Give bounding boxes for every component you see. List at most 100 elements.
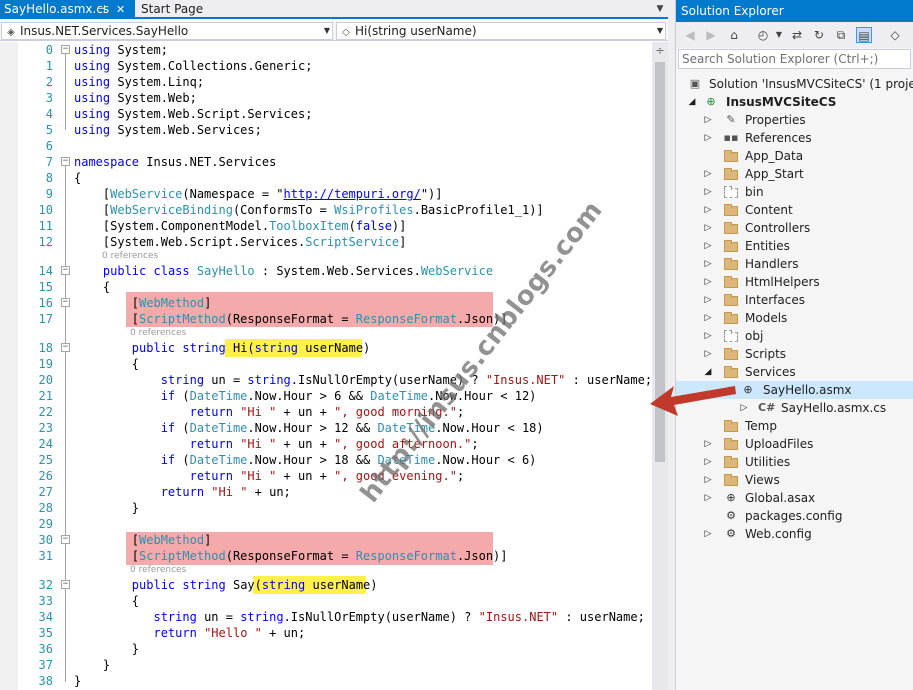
collapsed-arrow-icon[interactable]: ▷	[703, 165, 713, 183]
collapsed-arrow-icon[interactable]: ▷	[703, 273, 713, 291]
collapsed-arrow-icon[interactable]: ▷	[703, 255, 713, 273]
code-line: [System.ComponentModel.ToolboxItem(false…	[74, 218, 406, 234]
pin-icon[interactable]: ⊣	[97, 0, 106, 19]
collapsed-arrow-icon[interactable]: ▷	[703, 183, 713, 201]
show-all-files-icon[interactable]: ▤	[856, 27, 872, 43]
tree-item-file[interactable]: ⚙ packages.config	[676, 507, 913, 525]
tree-item-folder[interactable]: ▷ Views	[676, 471, 913, 489]
tree-item-file[interactable]: ▷ ⚙ Web.config	[676, 525, 913, 543]
tab-sayhello-asmx-cs[interactable]: SayHello.asmx.cs ⊣ ✕	[0, 0, 135, 19]
code-area[interactable]: 0 1 2 3 4 5 6 7 8 9 10 11 12 14 15 16 17…	[0, 42, 652, 690]
tree-item-file[interactable]: ▷ ⊕ Global.asax	[676, 489, 913, 507]
tree-item-folder[interactable]: ▷ UploadFiles	[676, 435, 913, 453]
class-dropdown-value: Insus.NET.Services.SayHello	[20, 24, 189, 38]
collapsed-arrow-icon[interactable]: ▷	[703, 435, 713, 453]
collapsed-arrow-icon[interactable]: ▷	[703, 201, 713, 219]
tree-item-folder[interactable]: ▷ Content	[676, 201, 913, 219]
folder-icon	[723, 311, 739, 325]
code-token: (	[175, 389, 190, 403]
tree-item-folder[interactable]: ▷ Scripts	[676, 345, 913, 363]
chevron-down-icon[interactable]: ▼	[771, 27, 787, 43]
code-editor[interactable]: SayHello.asmx.cs ⊣ ✕ Start Page ▼ ◈ Insus…	[0, 0, 668, 690]
tree-item-label: Properties	[745, 113, 806, 127]
tree-item-folder[interactable]: ▷ Handlers	[676, 255, 913, 273]
collapsed-arrow-icon[interactable]: ▷	[703, 453, 713, 471]
collapse-icon[interactable]: −	[61, 266, 70, 275]
sync-icon[interactable]: ⇄	[789, 27, 805, 43]
collapsed-arrow-icon[interactable]: ▷	[703, 111, 713, 129]
collapse-icon[interactable]: −	[61, 298, 70, 307]
tree-item-project[interactable]: ◢ ⊕ InsusMVCSiteCS	[676, 93, 913, 111]
collapse-icon[interactable]: −	[61, 535, 70, 544]
home-icon[interactable]: ⌂	[726, 27, 742, 43]
code-link[interactable]: http://tempuri.org/	[284, 187, 421, 201]
tree-item-folder[interactable]: ▷ Utilities	[676, 453, 913, 471]
tree-item-label: InsusMVCSiteCS	[726, 95, 837, 109]
collapsed-arrow-icon[interactable]: ▷	[703, 129, 713, 147]
collapse-icon[interactable]: −	[61, 343, 70, 352]
tree-item-folder[interactable]: ▷ Entities	[676, 237, 913, 255]
forward-icon[interactable]: ▶	[703, 27, 719, 43]
tab-start-page[interactable]: Start Page	[137, 0, 247, 19]
code-token: .BasicProfile1_1)]	[413, 203, 544, 217]
expanded-arrow-icon[interactable]: ◢	[687, 93, 697, 111]
collapsed-arrow-icon[interactable]: ▷	[703, 471, 713, 489]
close-icon[interactable]: ✕	[116, 0, 125, 19]
tree-item-folder[interactable]: ▷ App_Start	[676, 165, 913, 183]
back-icon[interactable]: ◀	[682, 27, 698, 43]
collapsed-arrow-icon[interactable]: ▷	[703, 345, 713, 363]
collapsed-arrow-icon[interactable]: ▷	[703, 237, 713, 255]
collapsed-arrow-icon[interactable]: ▷	[703, 327, 713, 345]
collapse-icon[interactable]: −	[61, 45, 70, 54]
code-token: "Insus.NET"	[478, 610, 559, 624]
split-window-icon[interactable]: ÷	[653, 44, 667, 58]
codelens-references[interactable]: 0 references	[130, 328, 186, 339]
tree-item-properties[interactable]: ▷ ✎ Properties	[676, 111, 913, 129]
code-line: using System.Collections.Generic;	[74, 58, 312, 74]
codelens-references[interactable]: 0 references	[130, 565, 186, 576]
tree-item-references[interactable]: ▷ ▪▪ References	[676, 129, 913, 147]
codelens-references[interactable]: 0 references	[102, 251, 158, 262]
line-number: 35	[38, 626, 53, 640]
collapsed-arrow-icon[interactable]: ▷	[703, 525, 713, 543]
collapse-icon[interactable]: −	[61, 580, 70, 589]
collapsed-arrow-icon[interactable]: ▷	[703, 489, 713, 507]
collapse-icon[interactable]: −	[61, 157, 70, 166]
collapsed-arrow-icon[interactable]: ▷	[703, 309, 713, 327]
search-input[interactable]: Search Solution Explorer (Ctrl+;)	[678, 49, 911, 69]
csharp-file-icon: C#	[758, 401, 776, 414]
line-number: 26	[38, 469, 53, 483]
chevron-down-icon: ▼	[656, 26, 663, 35]
history-icon[interactable]: ◴	[755, 27, 771, 43]
tree-item-folder[interactable]: ▷ Interfaces	[676, 291, 913, 309]
tree-item-folder[interactable]: ▷ Controllers	[676, 219, 913, 237]
tree-item-folder[interactable]: ▷ HtmlHelpers	[676, 273, 913, 291]
tree-item-folder[interactable]: ▷ Models	[676, 309, 913, 327]
tree-item-solution[interactable]: ▣ Solution 'InsusMVCSiteCS' (1 project)	[676, 75, 913, 93]
code-token: [	[74, 549, 140, 563]
class-dropdown[interactable]: ◈ Insus.NET.Services.SayHello ▼	[1, 22, 333, 40]
code-token: userName)	[298, 341, 371, 355]
tree-item-folder[interactable]: ▷ obj	[676, 327, 913, 345]
code-line: if (DateTime.Now.Hour > 18 && DateTime.N…	[74, 452, 537, 468]
tree-item-folder[interactable]: App_Data	[676, 147, 913, 165]
line-number: 20	[38, 373, 53, 387]
document-tab-bar: SayHello.asmx.cs ⊣ ✕ Start Page ▼	[0, 0, 668, 19]
line-number: 31	[38, 549, 53, 563]
code-token: (	[175, 453, 190, 467]
tab-overflow-dropdown-icon[interactable]: ▼	[652, 0, 668, 19]
folder-icon	[723, 149, 739, 163]
refresh-icon[interactable]: ↻	[811, 27, 827, 43]
collapsed-arrow-icon[interactable]: ▷	[739, 399, 749, 417]
properties-icon[interactable]: ◇	[887, 27, 903, 43]
code-line: namespace Insus.NET.Services	[74, 154, 276, 170]
collapse-all-icon[interactable]: ⧉	[833, 27, 849, 43]
tree-item-folder[interactable]: ▷ bin	[676, 183, 913, 201]
collapsed-arrow-icon[interactable]: ▷	[703, 291, 713, 309]
vertical-scrollbar[interactable]: ÷	[652, 42, 668, 690]
member-dropdown[interactable]: ◇ Hi(string userName) ▼	[336, 22, 666, 40]
tree-item-label: Handlers	[745, 257, 799, 271]
collapsed-arrow-icon[interactable]: ▷	[703, 219, 713, 237]
code-line: [WebMethod]	[74, 532, 212, 548]
